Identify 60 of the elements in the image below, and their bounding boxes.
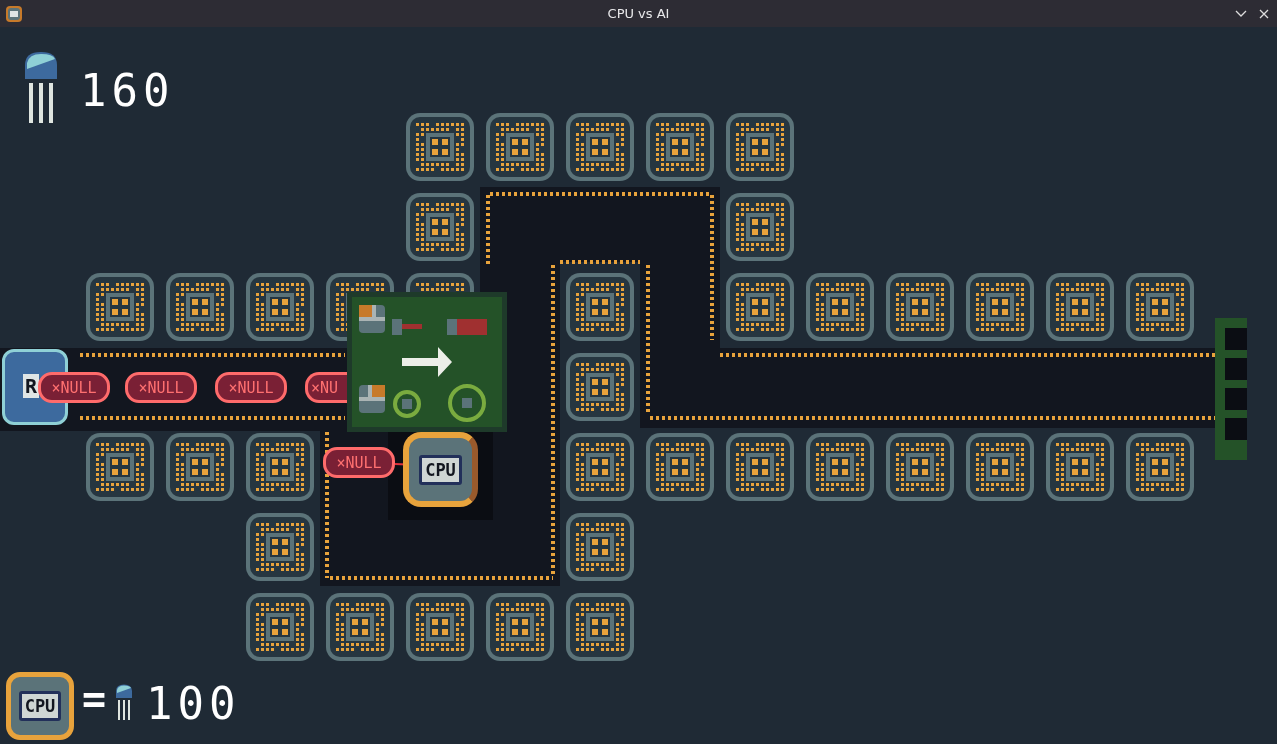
socket-tile[interactable] [565,352,635,422]
socket-tile[interactable] [165,432,235,502]
socket-tile[interactable] [565,112,635,182]
socket-tile[interactable] [245,432,315,502]
socket-tile[interactable] [965,432,1035,502]
socket-tile[interactable] [725,432,795,502]
socket-tile[interactable] [965,272,1035,342]
cpu-tower[interactable]: CPU [403,432,478,507]
socket-tile[interactable] [725,272,795,342]
close-icon[interactable] [1259,8,1269,19]
socket-tile[interactable] [1125,432,1195,502]
large-bar-icon [447,319,487,335]
socket-tile[interactable] [1045,432,1115,502]
socket-tile[interactable] [405,112,475,182]
cpu-label: CPU [18,691,62,721]
socket-tile[interactable] [485,112,555,182]
socket-tile[interactable] [245,272,315,342]
chip-label: R [23,374,40,398]
socket-tile[interactable] [805,272,875,342]
socket-tile[interactable] [245,512,315,582]
memory-stick-icon [1215,318,1247,460]
cpu-cost: 100 [146,682,241,726]
socket-tile[interactable] [565,592,635,662]
socket-tile[interactable] [485,592,555,662]
socket-tile[interactable] [1045,272,1115,342]
socket-tile[interactable] [565,432,635,502]
socket-tile[interactable] [165,272,235,342]
socket-tile[interactable] [565,512,635,582]
null-enemy: ×NULL [215,372,287,403]
socket-tile[interactable] [245,592,315,662]
equals-sign: = [82,679,107,719]
cpu-label: CPU [419,454,462,485]
socket-tile[interactable] [805,432,875,502]
socket-tile[interactable] [725,112,795,182]
socket-tile[interactable] [885,272,955,342]
small-bar-icon [392,319,422,335]
null-enemy: ×NULL [125,372,197,403]
socket-tile[interactable] [325,592,395,662]
socket-tile[interactable] [85,272,155,342]
cpu-shop-item[interactable]: CPU [6,672,74,740]
small-ring-icon [392,389,422,419]
socket-tile[interactable] [645,432,715,502]
socket-tile[interactable] [405,592,475,662]
led-icon [114,684,134,721]
null-enemy: ×NU [305,372,347,403]
arrow-right-icon [402,347,452,377]
window-title: CPU vs AI [607,6,670,21]
large-ring-icon [447,383,487,423]
socket-tile[interactable] [645,112,715,182]
socket-tile[interactable] [885,432,955,502]
socket-tile[interactable] [565,272,635,342]
socket-tile[interactable] [405,192,475,262]
null-enemy: ×NULL [323,447,395,478]
socket-tile[interactable] [85,432,155,502]
socket-tile[interactable] [725,192,795,262]
app-icon [4,3,24,24]
socket-tile[interactable] [1125,272,1195,342]
memory-counter: 160 [80,69,175,113]
null-enemy: ×NULL [38,372,110,403]
chevron-down-icon[interactable] [1235,9,1247,18]
